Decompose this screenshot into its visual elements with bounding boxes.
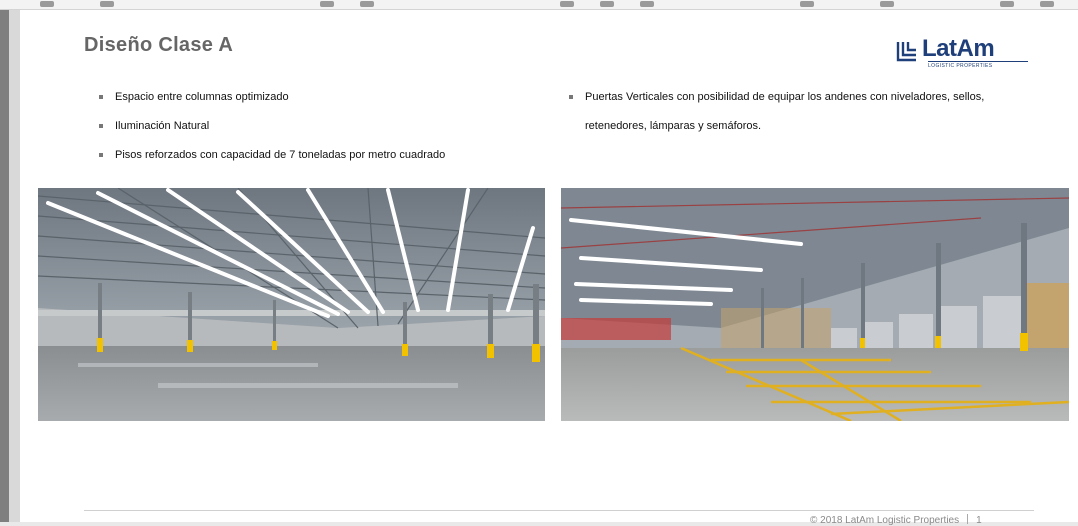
bullet-item: Pisos reforzados con capacidad de 7 tone… <box>96 141 516 170</box>
logo-wordmark: LatAm <box>922 35 995 62</box>
toolbar-tool-icon[interactable] <box>560 1 574 7</box>
footer-copyright: © 2018 LatAm Logistic Properties <box>810 515 960 526</box>
slide-title: Diseño Clase A <box>84 34 234 56</box>
viewer-side-panel <box>0 10 9 522</box>
toolbar-tool-icon[interactable] <box>40 1 54 7</box>
toolbar-tool-icon[interactable] <box>640 1 654 7</box>
toolbar-tool-icon[interactable] <box>880 1 894 7</box>
footer-page-number: 1 <box>976 515 982 526</box>
logo-subtext: LOGISTIC PROPERTIES <box>928 61 1028 69</box>
toolbar-tool-icon[interactable] <box>1000 1 1014 7</box>
bullet-item: Puertas Verticales con posibilidad de eq… <box>566 83 1006 141</box>
toolbar-tool-icon[interactable] <box>320 1 334 7</box>
bullet-list-right: Puertas Verticales con posibilidad de eq… <box>566 83 1006 141</box>
footer-divider <box>84 510 1034 511</box>
warehouse-photo-left <box>38 188 545 421</box>
toolbar-tool-icon[interactable] <box>100 1 114 7</box>
toolbar-tool-icon[interactable] <box>1040 1 1054 7</box>
slide-page: Diseño Clase A LatAm LOGISTIC PROPERTIES… <box>20 10 1078 526</box>
bullet-item: Espacio entre columnas optimizado <box>96 83 516 112</box>
footer-separator <box>967 514 969 524</box>
viewer-gutter <box>9 10 20 522</box>
latam-logo-mark-icon <box>896 42 916 62</box>
toolbar-tool-icon[interactable] <box>600 1 614 7</box>
warehouse-photo-right <box>561 188 1069 421</box>
latam-logo: LatAm LOGISTIC PROPERTIES <box>896 35 1028 70</box>
bullet-item: Iluminación Natural <box>96 112 516 141</box>
toolbar-tool-icon[interactable] <box>360 1 374 7</box>
bullet-list-left: Espacio entre columnas optimizado Ilumin… <box>96 83 516 170</box>
toolbar-tool-icon[interactable] <box>800 1 814 7</box>
viewer-toolbar <box>0 0 1078 10</box>
slide-footer: © 2018 LatAm Logistic Properties 1 <box>810 514 982 526</box>
